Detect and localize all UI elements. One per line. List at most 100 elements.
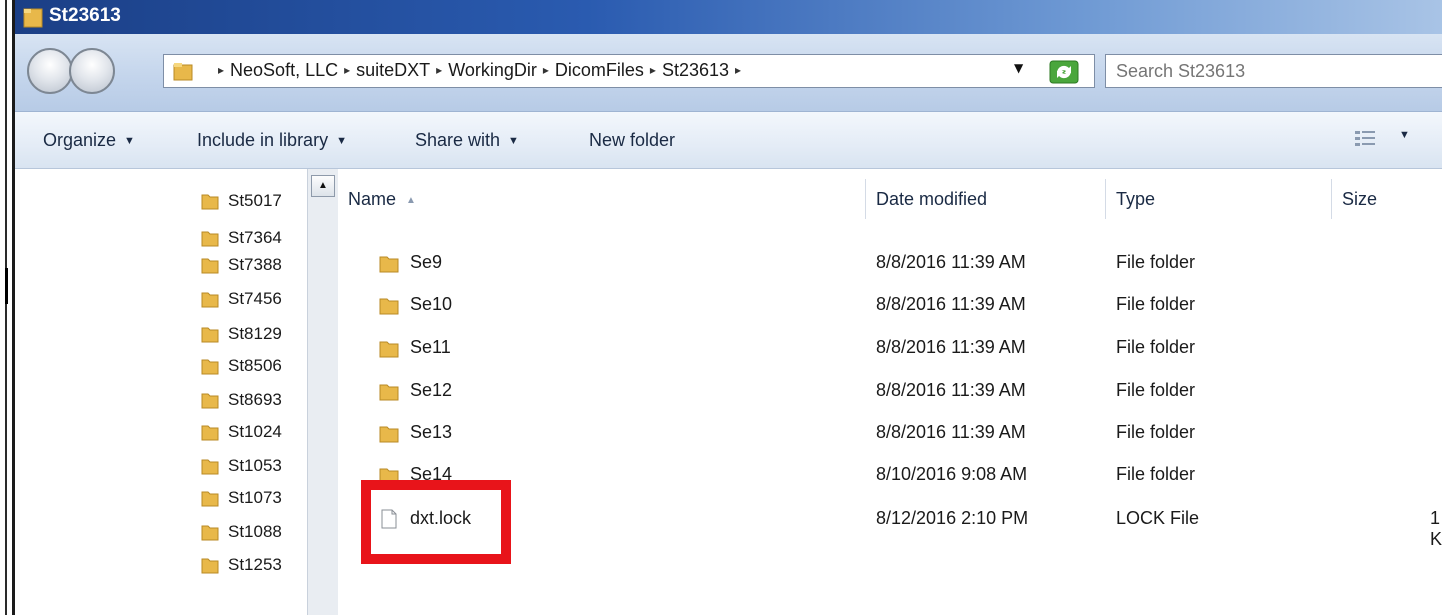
window-title: St23613 bbox=[49, 5, 121, 26]
folder-icon bbox=[23, 8, 43, 28]
search-input[interactable] bbox=[1106, 55, 1442, 87]
file-date: 8/8/2016 11:39 AM bbox=[876, 337, 1026, 357]
nav-folder-label: St7364 bbox=[228, 228, 282, 247]
edge-line bbox=[5, 0, 7, 615]
nav-folder-label: St8129 bbox=[228, 324, 282, 343]
folder-icon bbox=[201, 231, 219, 247]
organize-label: Organize bbox=[43, 130, 117, 150]
chevron-right-icon[interactable]: ▸ bbox=[344, 63, 350, 77]
folder-icon bbox=[201, 194, 219, 210]
folder-icon bbox=[379, 384, 399, 401]
folder-icon bbox=[201, 258, 219, 274]
folder-icon bbox=[379, 426, 399, 443]
folder-icon bbox=[201, 292, 219, 308]
breadcrumb: ▸ NeoSoft, LLC ▸ suiteDXT ▸ WorkingDir ▸ DicomF… bbox=[212, 60, 747, 81]
file-date: 8/8/2016 11:39 AM bbox=[876, 422, 1026, 442]
folder-icon bbox=[173, 63, 193, 81]
file-type: File folder bbox=[1116, 294, 1196, 314]
nav-folder-label: St1073 bbox=[228, 488, 282, 507]
file-type: File folder bbox=[1116, 380, 1196, 400]
explorer-window: St23613 ▸ NeoSoft, LLC ▸ suiteDXT ▸ WorkingDi… bbox=[12, 0, 1442, 615]
share-with-button[interactable]: Share with ▼ bbox=[415, 130, 519, 151]
breadcrumb-item[interactable]: suiteDXT bbox=[356, 60, 430, 80]
file-date: 8/12/2016 2:10 PM bbox=[876, 508, 1029, 528]
nav-folder-label: St7456 bbox=[228, 289, 282, 308]
share-with-label: Share with bbox=[415, 130, 501, 150]
chevron-down-icon: ▼ bbox=[336, 135, 347, 147]
nav-folder-label: St1053 bbox=[228, 456, 282, 475]
folder-icon bbox=[201, 491, 219, 507]
chevron-down-icon[interactable]: ▼ bbox=[1014, 61, 1030, 81]
folder-icon bbox=[201, 558, 219, 574]
scroll-up-icon[interactable]: ▲ bbox=[311, 175, 335, 197]
chevron-right-icon[interactable]: ▸ bbox=[218, 63, 224, 77]
command-bar: Organize ▼ Include in library ▼ Share with… bbox=[15, 112, 1442, 169]
column-header-date-modified[interactable]: Date modified bbox=[866, 179, 1106, 219]
forward-button[interactable] bbox=[69, 48, 115, 94]
column-header-type[interactable]: Type bbox=[1106, 179, 1332, 219]
chevron-right-icon[interactable]: ▸ bbox=[735, 63, 741, 77]
file-list: Name ▲ Date modified Type Size Se9 8/8/20… bbox=[338, 169, 1442, 615]
breadcrumb-item[interactable]: WorkingDir bbox=[448, 60, 537, 80]
folder-icon bbox=[201, 525, 219, 541]
chevron-down-icon: ▼ bbox=[508, 135, 519, 147]
breadcrumb-item[interactable]: DicomFiles bbox=[555, 60, 644, 80]
chevron-down-icon[interactable]: ▼ bbox=[1399, 129, 1410, 141]
file-date: 8/10/2016 9:08 AM bbox=[876, 464, 1028, 484]
folder-icon bbox=[201, 359, 219, 375]
file-name: Se10 bbox=[410, 294, 453, 314]
nav-folder-label: St8506 bbox=[228, 356, 282, 375]
organize-button[interactable]: Organize ▼ bbox=[43, 130, 135, 151]
breadcrumb-item[interactable]: NeoSoft, LLC bbox=[230, 60, 338, 80]
nav-scrollbar[interactable]: ▲ bbox=[307, 169, 338, 615]
file-row[interactable]: Se11 8/8/2016 11:39 AM File folder bbox=[338, 331, 1442, 371]
view-options-icon[interactable] bbox=[1353, 128, 1377, 148]
include-in-library-label: Include in library bbox=[197, 130, 329, 150]
folder-icon bbox=[379, 298, 399, 315]
chevron-right-icon[interactable]: ▸ bbox=[436, 63, 442, 77]
refresh-icon[interactable] bbox=[1048, 59, 1080, 85]
chevron-right-icon[interactable]: ▸ bbox=[650, 63, 656, 77]
column-type-label: Type bbox=[1116, 189, 1156, 209]
file-name: Se9 bbox=[410, 252, 443, 272]
file-name: Se13 bbox=[410, 422, 453, 442]
new-folder-button[interactable]: New folder bbox=[589, 130, 675, 151]
folder-icon bbox=[201, 393, 219, 409]
back-button[interactable] bbox=[27, 48, 73, 94]
folder-icon bbox=[201, 327, 219, 343]
breadcrumb-item[interactable]: St23613 bbox=[662, 60, 729, 80]
chevron-right-icon[interactable]: ▸ bbox=[543, 63, 549, 77]
column-size-label: Size bbox=[1342, 189, 1378, 209]
edge-mark bbox=[5, 268, 8, 304]
file-type: File folder bbox=[1116, 422, 1196, 442]
file-date: 8/8/2016 11:39 AM bbox=[876, 252, 1026, 272]
highlight-annotation bbox=[361, 480, 511, 564]
column-date-label: Date modified bbox=[876, 189, 988, 209]
file-name: Se11 bbox=[410, 337, 451, 357]
nav-folder-label: St5017 bbox=[228, 191, 282, 210]
file-row[interactable]: Se13 8/8/2016 11:39 AM File folder bbox=[338, 416, 1442, 456]
file-type: File folder bbox=[1116, 252, 1196, 272]
column-header-name[interactable]: Name ▲ bbox=[338, 179, 866, 219]
nav-folder-label: St8693 bbox=[228, 390, 282, 409]
new-folder-label: New folder bbox=[589, 130, 676, 150]
nav-folder-label: St7388 bbox=[228, 255, 282, 274]
file-name: Se12 bbox=[410, 380, 453, 400]
search-box[interactable] bbox=[1105, 54, 1442, 88]
file-row[interactable]: Se12 8/8/2016 11:39 AM File folder bbox=[338, 374, 1442, 414]
navigation-pane: St5017 St7364 St7388 St7456 St8129 St850… bbox=[15, 169, 338, 615]
column-header-size[interactable]: Size bbox=[1332, 179, 1442, 219]
column-name-label: Name bbox=[348, 189, 397, 209]
file-size: 1 K bbox=[1430, 508, 1442, 549]
address-bar[interactable]: ▸ NeoSoft, LLC ▸ suiteDXT ▸ WorkingDir ▸ DicomF… bbox=[163, 54, 1095, 88]
file-row[interactable]: Se9 8/8/2016 11:39 AM File folder bbox=[338, 246, 1442, 286]
folder-icon bbox=[201, 425, 219, 441]
nav-folder-label: St1253 bbox=[228, 555, 282, 574]
file-date: 8/8/2016 11:39 AM bbox=[876, 380, 1026, 400]
title-bar[interactable]: St23613 bbox=[15, 0, 1442, 34]
include-in-library-button[interactable]: Include in library ▼ bbox=[197, 130, 347, 151]
folder-icon bbox=[379, 341, 399, 358]
folder-icon bbox=[201, 459, 219, 475]
file-row[interactable]: Se10 8/8/2016 11:39 AM File folder bbox=[338, 288, 1442, 328]
nav-folder-label: St1024 bbox=[228, 422, 282, 441]
